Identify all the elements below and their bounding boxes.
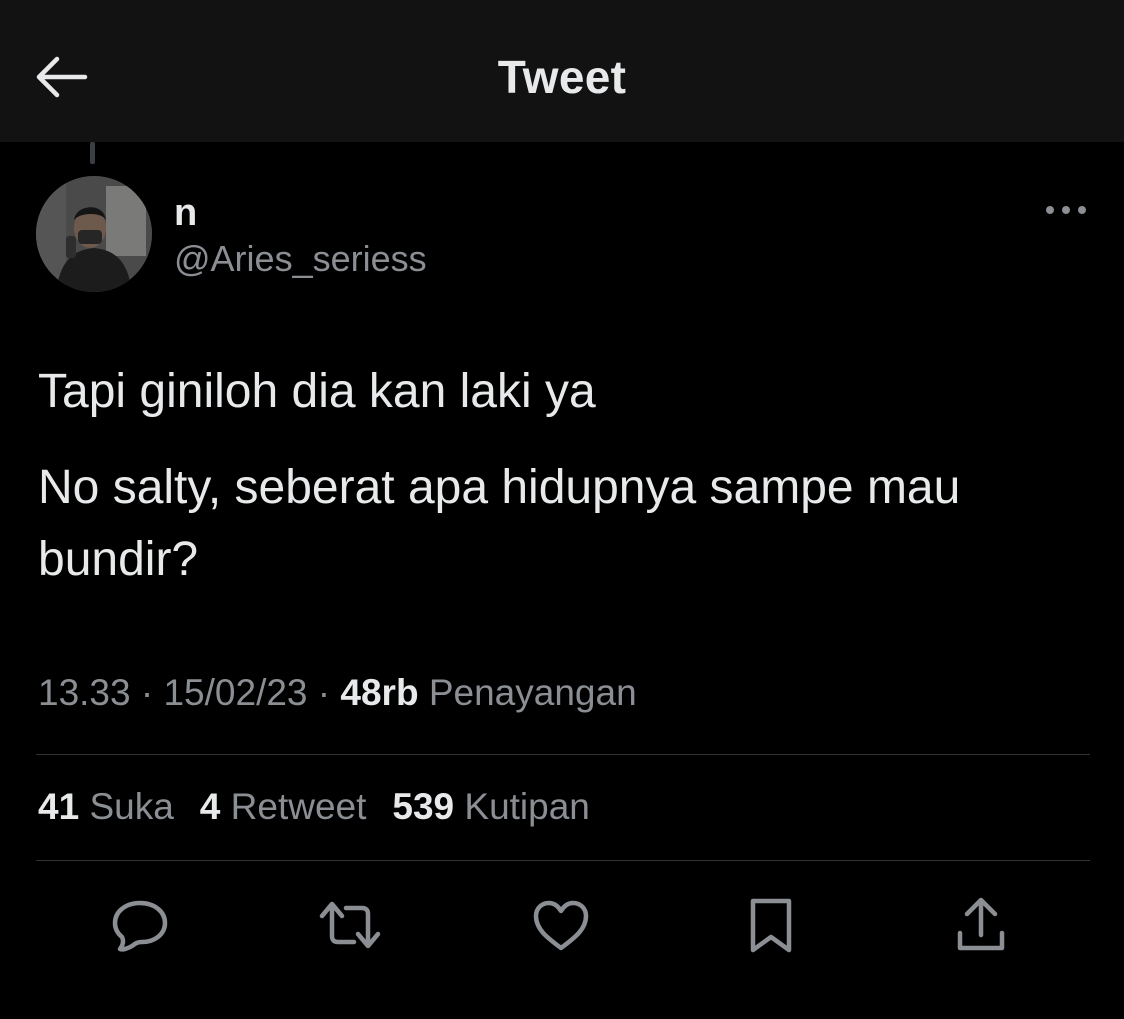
avatar[interactable] bbox=[36, 176, 152, 292]
tweet-text-line: Tapi giniloh dia kan laki ya bbox=[38, 365, 596, 418]
author-display-name[interactable]: n bbox=[174, 192, 197, 235]
retweets-count: 4 bbox=[199, 786, 221, 827]
page-title: Tweet bbox=[497, 51, 627, 103]
views-count: 48rb bbox=[340, 672, 419, 713]
tweet-meta: 13.33 · 15/02/23 · 48rb Penayangan bbox=[38, 672, 637, 714]
share-button[interactable] bbox=[946, 890, 1016, 960]
divider bbox=[36, 754, 1090, 755]
share-icon bbox=[957, 897, 1005, 951]
meta-separator: · bbox=[307, 672, 341, 713]
avatar-photo bbox=[36, 176, 152, 292]
divider bbox=[36, 860, 1090, 861]
like-button[interactable] bbox=[526, 890, 596, 960]
more-options-button[interactable] bbox=[1036, 190, 1096, 230]
more-horizontal-icon bbox=[1046, 206, 1086, 214]
quotes-stat[interactable]: 539 Kutipan bbox=[392, 786, 590, 828]
likes-label: Suka bbox=[89, 786, 174, 827]
tweet-text: Tapi giniloh dia kan laki ya No salty, s… bbox=[38, 356, 1098, 620]
quotes-count: 539 bbox=[392, 786, 455, 827]
quotes-label: Kutipan bbox=[464, 786, 590, 827]
tweet-date[interactable]: 15/02/23 bbox=[163, 672, 307, 713]
retweets-stat[interactable]: 4 Retweet bbox=[200, 786, 367, 828]
retweet-icon bbox=[319, 901, 381, 949]
reply-icon bbox=[112, 900, 168, 952]
top-bar: Tweet bbox=[0, 0, 1124, 142]
retweet-button[interactable] bbox=[315, 890, 385, 960]
retweets-label: Retweet bbox=[230, 786, 367, 827]
bookmark-icon bbox=[750, 898, 792, 953]
thread-connector bbox=[90, 142, 95, 164]
bookmark-button[interactable] bbox=[736, 890, 806, 960]
reply-button[interactable] bbox=[105, 890, 175, 960]
views-label: Penayangan bbox=[428, 672, 637, 713]
heart-icon bbox=[533, 900, 589, 951]
tweet-time[interactable]: 13.33 bbox=[38, 672, 131, 713]
meta-separator: · bbox=[130, 672, 164, 713]
tweet-text-line: No salty, seberat apa hidupnya sampe mau… bbox=[38, 461, 961, 586]
likes-count: 41 bbox=[38, 786, 80, 827]
tweet-actions-bar bbox=[0, 890, 1124, 960]
tweet-stats: 41 Suka 4 Retweet 539 Kutipan bbox=[38, 786, 590, 828]
likes-stat[interactable]: 41 Suka bbox=[38, 786, 174, 828]
author-handle[interactable]: @Aries_seriess bbox=[174, 238, 427, 280]
